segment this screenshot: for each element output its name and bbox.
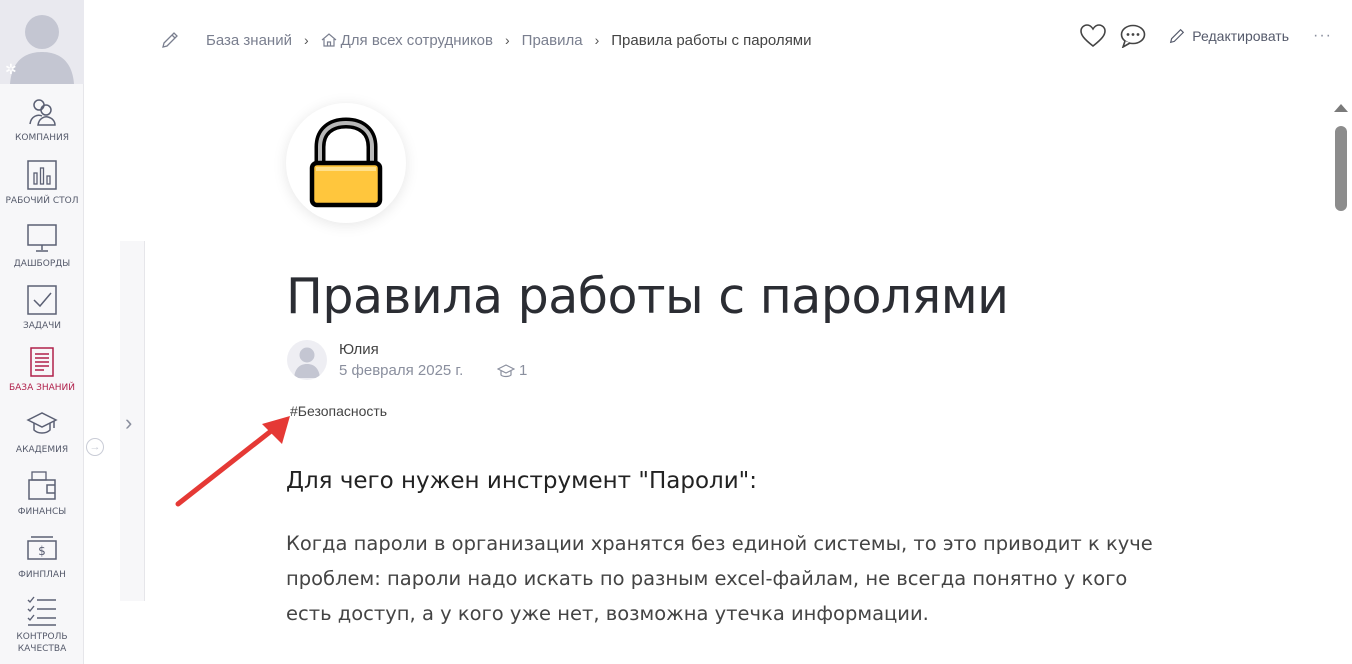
sidebar-item-label: ФИНПЛАН [18, 570, 66, 580]
sidebar-item-label: АКАДЕМИЯ [15, 445, 69, 455]
sidebar-item-label: ФИНАНСЫ [17, 507, 67, 517]
sidebar-item-label: ДАШБОРДЫ [13, 259, 71, 269]
sidebar-item-dashboards[interactable]: ДАШБОРДЫ [0, 222, 84, 270]
sidebar-item-label: ЗАДАЧИ [22, 321, 62, 331]
people-icon [29, 99, 56, 126]
svg-text:$: $ [38, 544, 46, 558]
breadcrumb-separator: › [303, 32, 309, 48]
article-paragraph: Когда пароли в организации хранятся без … [286, 532, 1153, 625]
views-count: 1 [519, 362, 528, 379]
sidebar-item-label: БАЗА ЗНАНИЙ [8, 383, 76, 393]
publish-date: 5 февраля 2025 г. [339, 362, 464, 379]
breadcrumb-separator: › [594, 32, 600, 48]
pencil-icon [1170, 28, 1185, 44]
scroll-up-arrow[interactable] [1334, 104, 1348, 112]
edit-button-label: Редактировать [1192, 28, 1290, 44]
sidebar-item-desktop[interactable]: РАБОЧИЙ СТОЛ [0, 159, 84, 207]
more-options-icon[interactable]: ··· [1313, 27, 1332, 45]
scrollbar-thumb[interactable] [1335, 126, 1347, 211]
sidebar-item-knowledge-base[interactable]: БАЗА ЗНАНИЙ [0, 346, 84, 394]
pencil-icon[interactable] [160, 30, 180, 50]
breadcrumb-item-label: Для всех сотрудников [340, 31, 493, 49]
sidebar-item-label: КОНТРОЛЬ КАЧЕСТВА [16, 632, 68, 654]
header-actions: Редактировать ··· [1080, 24, 1332, 48]
comment-icon[interactable] [1120, 24, 1146, 48]
sidebar-item-label: КОМПАНИЯ [15, 133, 69, 143]
money-plan-icon: $ [27, 536, 57, 560]
breadcrumb-current: Правила работы с паролями [611, 31, 812, 49]
collapsed-panel[interactable] [120, 241, 145, 601]
checklist-icon [27, 596, 56, 626]
side-strip [84, 0, 120, 664]
heart-icon[interactable] [1080, 24, 1107, 48]
page-title: Правила работы с паролями [286, 268, 1009, 325]
sidebar-item-label: РАБОЧИЙ СТОЛ [5, 196, 79, 206]
author-name[interactable]: Юлия [339, 341, 379, 358]
annotation-arrow [175, 416, 290, 507]
tag-link[interactable]: #Безопасность [290, 403, 387, 419]
bar-chart-icon [27, 160, 57, 190]
article-cover [286, 103, 406, 223]
home-icon [321, 33, 337, 47]
edit-button[interactable]: Редактировать [1168, 27, 1289, 45]
breadcrumb-item-rules[interactable]: Правила [522, 32, 583, 49]
breadcrumb-item-all-employees[interactable]: Для всех сотрудников [321, 32, 493, 49]
document-icon [30, 347, 54, 377]
breadcrumb-separator: › [505, 32, 510, 48]
chevron-right-icon[interactable]: › [125, 410, 132, 436]
graduation-cap-icon [497, 363, 515, 377]
sidebar-item-finance[interactable]: ФИНАНСЫ [0, 470, 84, 518]
wallet-icon [28, 471, 56, 500]
monitor-icon [27, 224, 57, 252]
checkbox-icon [27, 285, 57, 315]
user-avatar[interactable]: ✲ [0, 0, 84, 84]
sidebar-item-finplan[interactable]: $ ФИНПЛАН [0, 533, 84, 581]
breadcrumb: База знаний › Для всех сотрудников › Пра… [160, 30, 812, 50]
sidebar-item-company[interactable]: КОМПАНИЯ [0, 96, 84, 144]
breadcrumb-item-knowledge-base[interactable]: База знаний [206, 32, 292, 49]
sidebar-item-academy[interactable]: АКАДЕМИЯ [0, 408, 84, 456]
views-counter: 1 [497, 362, 527, 379]
gear-icon[interactable]: ✲ [5, 61, 17, 78]
circle-arrow-icon[interactable]: → [86, 438, 104, 456]
sidebar: ✲ КОМПАНИЯ РАБОЧИЙ СТОЛ ДАШБОРДЫ ЗАДАЧИ [0, 0, 84, 664]
avatar[interactable] [287, 340, 327, 380]
sidebar-item-tasks[interactable]: ЗАДАЧИ [0, 284, 84, 332]
lock-icon [309, 117, 383, 208]
user-silhouette-icon [294, 347, 320, 378]
graduation-cap-icon [26, 412, 58, 434]
sidebar-item-quality-control[interactable]: КОНТРОЛЬ КАЧЕСТВА [0, 595, 84, 655]
section-heading: Для чего нужен инструмент "Пароли": [286, 468, 757, 494]
